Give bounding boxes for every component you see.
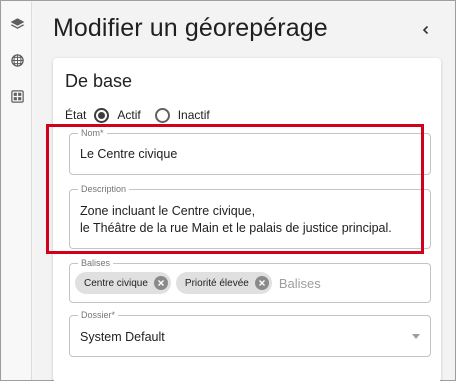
radio-inactif[interactable] [154, 107, 170, 123]
tags-field-label: Balises [78, 257, 114, 269]
chevron-left-icon[interactable] [417, 21, 435, 39]
close-icon[interactable] [153, 276, 168, 290]
tags-input[interactable] [278, 275, 359, 291]
edit-geofence-panel: Modifier un géorepérage De base État Act… [33, 2, 455, 381]
tags-field[interactable]: Balises Centre civique Priorité élevée [69, 257, 431, 303]
tag-chip: Priorité élevée [175, 272, 272, 294]
side-rail [2, 2, 32, 380]
close-icon[interactable] [254, 276, 269, 290]
tag-chip-label: Priorité élevée [184, 277, 249, 289]
tag-chip: Centre civique [75, 272, 171, 294]
state-radio-group: État Actif Inactif [65, 106, 224, 124]
radio-actif-label[interactable]: Actif [117, 108, 140, 122]
folder-field-label: Dossier* [78, 309, 119, 321]
layers-icon[interactable] [7, 14, 27, 34]
dropdown-arrow-icon[interactable] [412, 334, 420, 339]
folder-select-value[interactable]: System Default [80, 328, 165, 346]
radio-actif[interactable] [94, 107, 110, 123]
tag-chip-label: Centre civique [84, 277, 148, 289]
section-title: De base [65, 71, 133, 91]
dashboard-icon[interactable] [7, 86, 27, 106]
page-title: Modifier un géorepérage [53, 14, 328, 42]
radio-inactif-label[interactable]: Inactif [178, 108, 210, 122]
folder-select[interactable]: Dossier* System Default [69, 309, 431, 357]
app-window: Modifier un géorepérage De base État Act… [0, 0, 456, 381]
state-label: État [65, 108, 87, 122]
tags-chip-list: Centre civique Priorité élevée [75, 272, 359, 294]
highlight-box [46, 124, 424, 254]
grid-globe-icon[interactable] [7, 50, 27, 70]
basic-section-card: De base État Actif Inactif Nom* Le Centr… [46, 58, 441, 381]
